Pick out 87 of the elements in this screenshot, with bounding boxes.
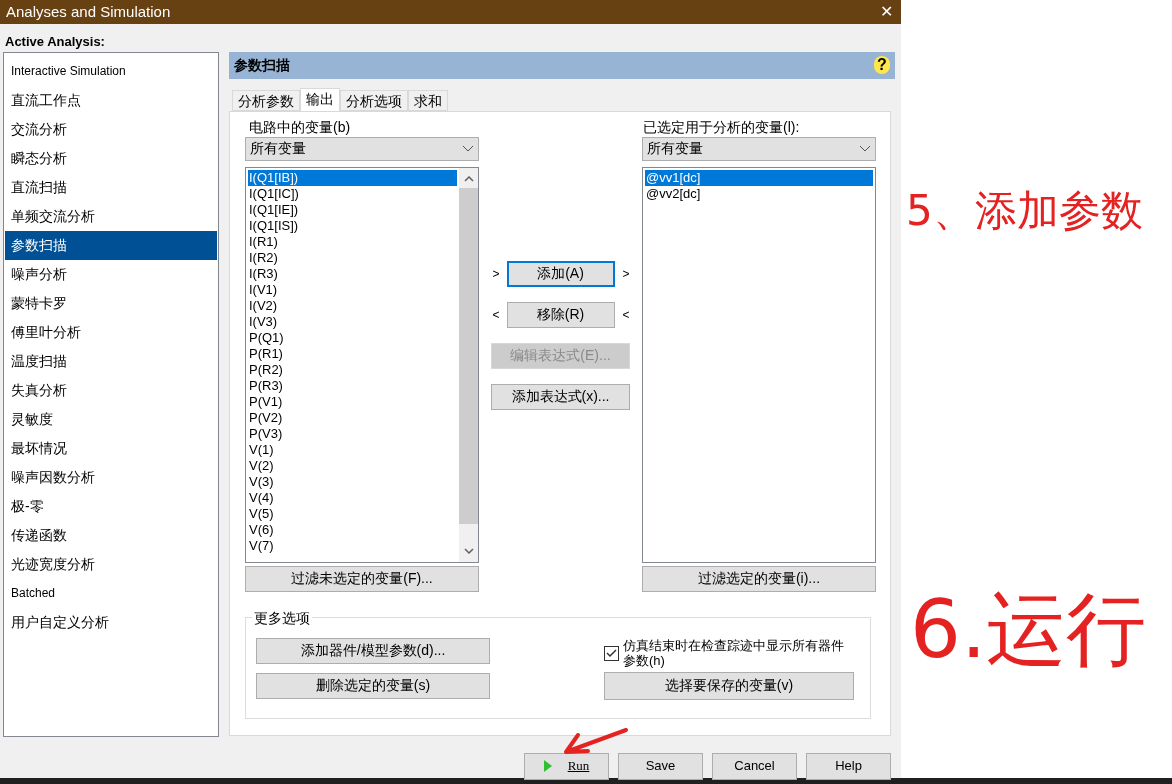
chevron-down-icon: [859, 145, 871, 152]
tab[interactable]: 分析选项: [340, 89, 408, 111]
analysis-item[interactable]: 传递函数: [5, 520, 217, 550]
variable-list[interactable]: I(Q1[IB]) I(Q1[IC]) I(Q1[IE]) I(Q1[IS]) I(R1) I(R2) I(R3) I(V1) I(V2) I(V3) P(Q1) P(R1) P(R2) P(R3) P(V1) P(V2) P(V3) V(1) V(2) V(3) V(4) V(5) V(6) V(7): [245, 166, 479, 563]
window-title: Analyses and Simulation: [6, 1, 171, 22]
analysis-item[interactable]: 灵敏度: [5, 404, 217, 434]
filter-dropdown[interactable]: 所有变量: [245, 136, 479, 161]
list-item[interactable]: @vv1[dc]: [645, 169, 873, 186]
dialog-button[interactable]: Run: [524, 752, 609, 780]
list-item[interactable]: V(4): [248, 489, 457, 506]
analysis-item[interactable]: 蒙特卡罗: [5, 288, 217, 318]
list-label: 电路中的变量(b): [248, 117, 352, 137]
analysis-item[interactable]: 极-零: [5, 491, 217, 521]
analysis-item[interactable]: 单频交流分析: [5, 201, 217, 231]
action-button[interactable]: 移除(R): [506, 301, 615, 328]
analysis-item[interactable]: Interactive Simulation: [5, 56, 217, 86]
list-item[interactable]: I(R1): [248, 233, 457, 250]
list-item[interactable]: V(1): [248, 441, 457, 458]
analysis-item[interactable]: 参数扫描: [5, 230, 217, 260]
check-icon: [606, 648, 617, 658]
list-item[interactable]: P(V1): [248, 393, 457, 410]
analysis-item[interactable]: 傅里叶分析: [5, 317, 217, 347]
list-item[interactable]: V(3): [248, 473, 457, 490]
close-button[interactable]: ✕: [875, 0, 897, 24]
list-item[interactable]: V(7): [248, 537, 457, 554]
panel-title: 参数扫描: [234, 55, 290, 75]
action-button[interactable]: 添加表达式(x)...: [491, 383, 630, 410]
filter-button[interactable]: 过滤未选定的变量(F)...: [245, 565, 479, 592]
list-item[interactable]: P(Q1): [248, 329, 457, 346]
arrow-mark: >: [622, 265, 629, 283]
list-item[interactable]: P(V3): [248, 425, 457, 442]
analysis-item[interactable]: 噪声分析: [5, 259, 217, 289]
analysis-item[interactable]: 温度扫描: [5, 346, 217, 376]
help-icon[interactable]: ?: [874, 56, 890, 74]
analysis-item[interactable]: 失真分析: [5, 375, 217, 405]
checkbox-label: 仿真结束时在检查踪迹中显示所有器件参数(h): [623, 637, 845, 668]
play-icon: [543, 760, 552, 772]
dialog-button[interactable]: Save: [618, 752, 703, 780]
handwritten-note: 5、添加参数: [906, 190, 1143, 232]
list-label: 已选定用于分析的变量(l):: [642, 117, 801, 137]
list-item[interactable]: @vv2[dc]: [645, 185, 873, 202]
option-button[interactable]: 添加器件/模型参数(d)...: [256, 637, 490, 664]
list-item[interactable]: P(R1): [248, 345, 457, 362]
dialog-button[interactable]: Cancel: [712, 752, 797, 780]
list-item[interactable]: I(R2): [248, 249, 457, 266]
chevron-down-icon: [462, 145, 474, 152]
list-item[interactable]: P(V2): [248, 409, 457, 426]
list-item[interactable]: I(Q1[IS]): [248, 217, 457, 234]
list-item[interactable]: V(5): [248, 505, 457, 522]
list-item[interactable]: I(Q1[IB]): [248, 169, 457, 186]
list-item[interactable]: I(V3): [248, 313, 457, 330]
list-item[interactable]: I(V2): [248, 297, 457, 314]
filter-dropdown[interactable]: 所有变量: [642, 136, 876, 161]
option-button[interactable]: 删除选定的变量(s): [256, 672, 490, 699]
analysis-item[interactable]: 直流扫描: [5, 172, 217, 202]
arrow-mark: >: [492, 265, 499, 283]
analysis-item[interactable]: 最坏情况: [5, 433, 217, 463]
tab[interactable]: 分析参数: [232, 89, 300, 111]
active-analysis-label: Active Analysis:: [4, 33, 106, 51]
list-item[interactable]: P(R3): [248, 377, 457, 394]
analysis-item[interactable]: Batched: [5, 578, 217, 608]
analysis-item[interactable]: 光迹宽度分析: [5, 549, 217, 579]
list-item[interactable]: V(6): [248, 521, 457, 538]
action-button[interactable]: 添加(A): [506, 260, 615, 287]
arrow-mark: <: [492, 306, 499, 324]
list-item[interactable]: P(R2): [248, 361, 457, 378]
tab[interactable]: 输出: [300, 87, 340, 111]
scroll-up-icon[interactable]: [463, 175, 474, 182]
list-item[interactable]: I(R3): [248, 265, 457, 282]
variable-list[interactable]: @vv1[dc] @vv2[dc]: [642, 166, 876, 563]
analysis-item[interactable]: 用户自定义分析: [5, 607, 217, 637]
dialog-button[interactable]: Help: [806, 752, 891, 780]
save-variables-button[interactable]: 选择要保存的变量(v): [604, 671, 854, 700]
analysis-item[interactable]: 交流分析: [5, 114, 217, 144]
list-item[interactable]: V(2): [248, 457, 457, 474]
checkbox[interactable]: [604, 645, 619, 661]
list-item[interactable]: I(Q1[IE]): [248, 201, 457, 218]
list-item[interactable]: I(V1): [248, 281, 457, 298]
handwritten-note: 6.运行: [910, 590, 1147, 670]
list-item[interactable]: I(Q1[IC]): [248, 185, 457, 202]
analysis-item[interactable]: 瞬态分析: [5, 143, 217, 173]
tab[interactable]: 求和: [408, 89, 448, 111]
analysis-item[interactable]: 直流工作点: [5, 85, 217, 115]
filter-button[interactable]: 过滤选定的变量(i)...: [642, 565, 876, 592]
arrow-mark: <: [622, 306, 629, 324]
scroll-down-icon[interactable]: [463, 547, 474, 554]
analysis-item[interactable]: 噪声因数分析: [5, 462, 217, 492]
